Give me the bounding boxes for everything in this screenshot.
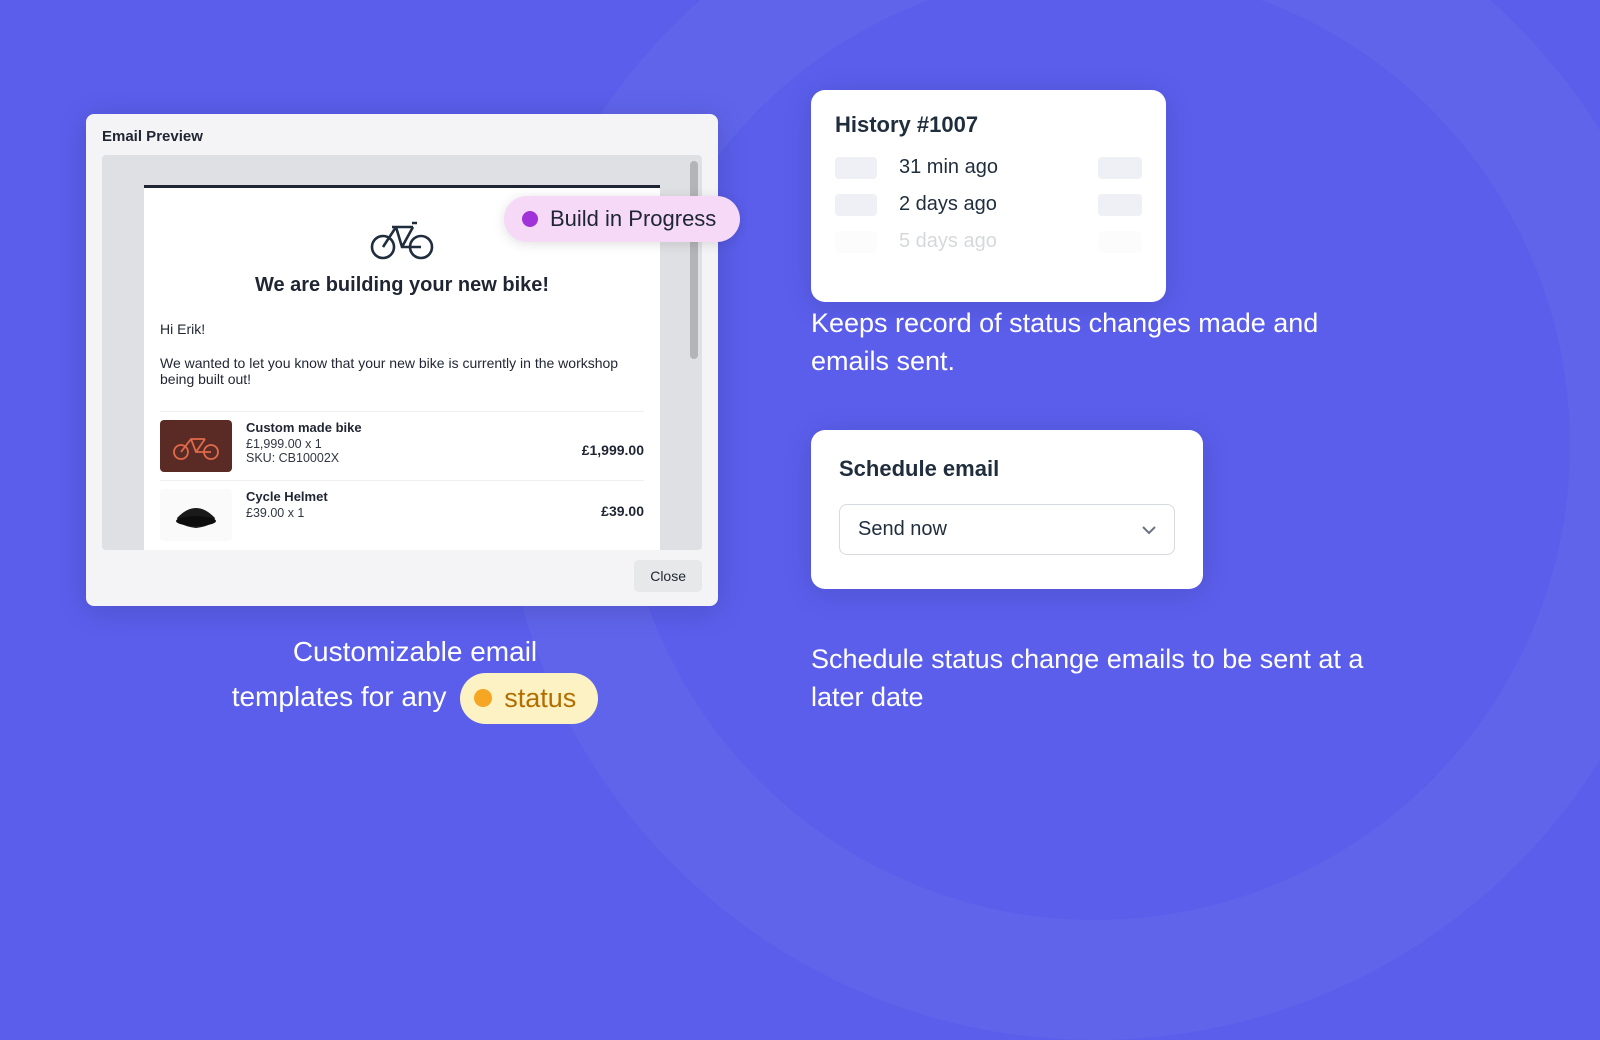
status-pill-label: status <box>504 679 576 718</box>
item-line-total: £39.00 <box>601 489 644 519</box>
history-chip <box>835 231 877 253</box>
status-dot-icon <box>474 689 492 707</box>
item-sku: SKU: CB10002X <box>246 451 568 465</box>
item-price-qty: £39.00 x 1 <box>246 506 587 520</box>
email-greeting: Hi Erik! <box>160 321 644 337</box>
email-heading: We are building your new bike! <box>160 274 644 297</box>
email-body-text: We wanted to let you know that your new … <box>160 355 644 387</box>
history-row: 2 days ago <box>835 193 1142 216</box>
history-chip <box>1098 157 1142 179</box>
status-badge: Build in Progress <box>504 196 740 242</box>
status-badge-label: Build in Progress <box>550 206 716 232</box>
close-button[interactable]: Close <box>634 560 702 592</box>
history-title: History #1007 <box>835 112 1142 138</box>
preview-footer: Close <box>86 550 718 606</box>
email-preview-card: Email Preview We are building your new b… <box>86 114 718 606</box>
email-preview-title: Email Preview <box>86 114 718 155</box>
history-chip <box>835 194 877 216</box>
caption-history: Keeps record of status changes made and … <box>811 304 1371 381</box>
item-thumbnail <box>160 489 232 541</box>
line-item: Custom made bike £1,999.00 x 1 SKU: CB10… <box>160 411 644 480</box>
caption-customizable: Customizable email templates for any sta… <box>165 632 665 724</box>
line-item: Cycle Helmet £39.00 x 1 £39.00 <box>160 480 644 549</box>
status-pill: status <box>460 673 598 724</box>
schedule-select[interactable]: Send now <box>839 504 1175 555</box>
caption-line2: templates for any <box>232 681 447 712</box>
item-price-qty: £1,999.00 x 1 <box>246 437 568 451</box>
item-name: Custom made bike <box>246 420 568 435</box>
status-dot-icon <box>522 211 538 227</box>
schedule-title: Schedule email <box>839 456 1175 482</box>
history-chip <box>1098 194 1142 216</box>
item-line-total: £1,999.00 <box>582 420 644 458</box>
history-row: 5 days ago <box>835 230 1142 253</box>
chevron-down-icon <box>1142 518 1156 541</box>
history-chip <box>835 157 877 179</box>
scrollbar-thumb[interactable] <box>690 161 698 359</box>
history-chip <box>1098 231 1142 253</box>
item-thumbnail <box>160 420 232 472</box>
schedule-select-value: Send now <box>858 518 947 541</box>
history-time: 5 days ago <box>899 230 997 253</box>
history-time: 2 days ago <box>899 193 997 216</box>
history-time: 31 min ago <box>899 156 998 179</box>
history-row: 31 min ago <box>835 156 1142 179</box>
item-name: Cycle Helmet <box>246 489 587 504</box>
caption-line1: Customizable email <box>293 636 537 667</box>
history-card: History #1007 31 min ago 2 days ago 5 da… <box>811 90 1166 302</box>
schedule-card: Schedule email Send now <box>811 430 1203 589</box>
caption-schedule: Schedule status change emails to be sent… <box>811 640 1371 717</box>
